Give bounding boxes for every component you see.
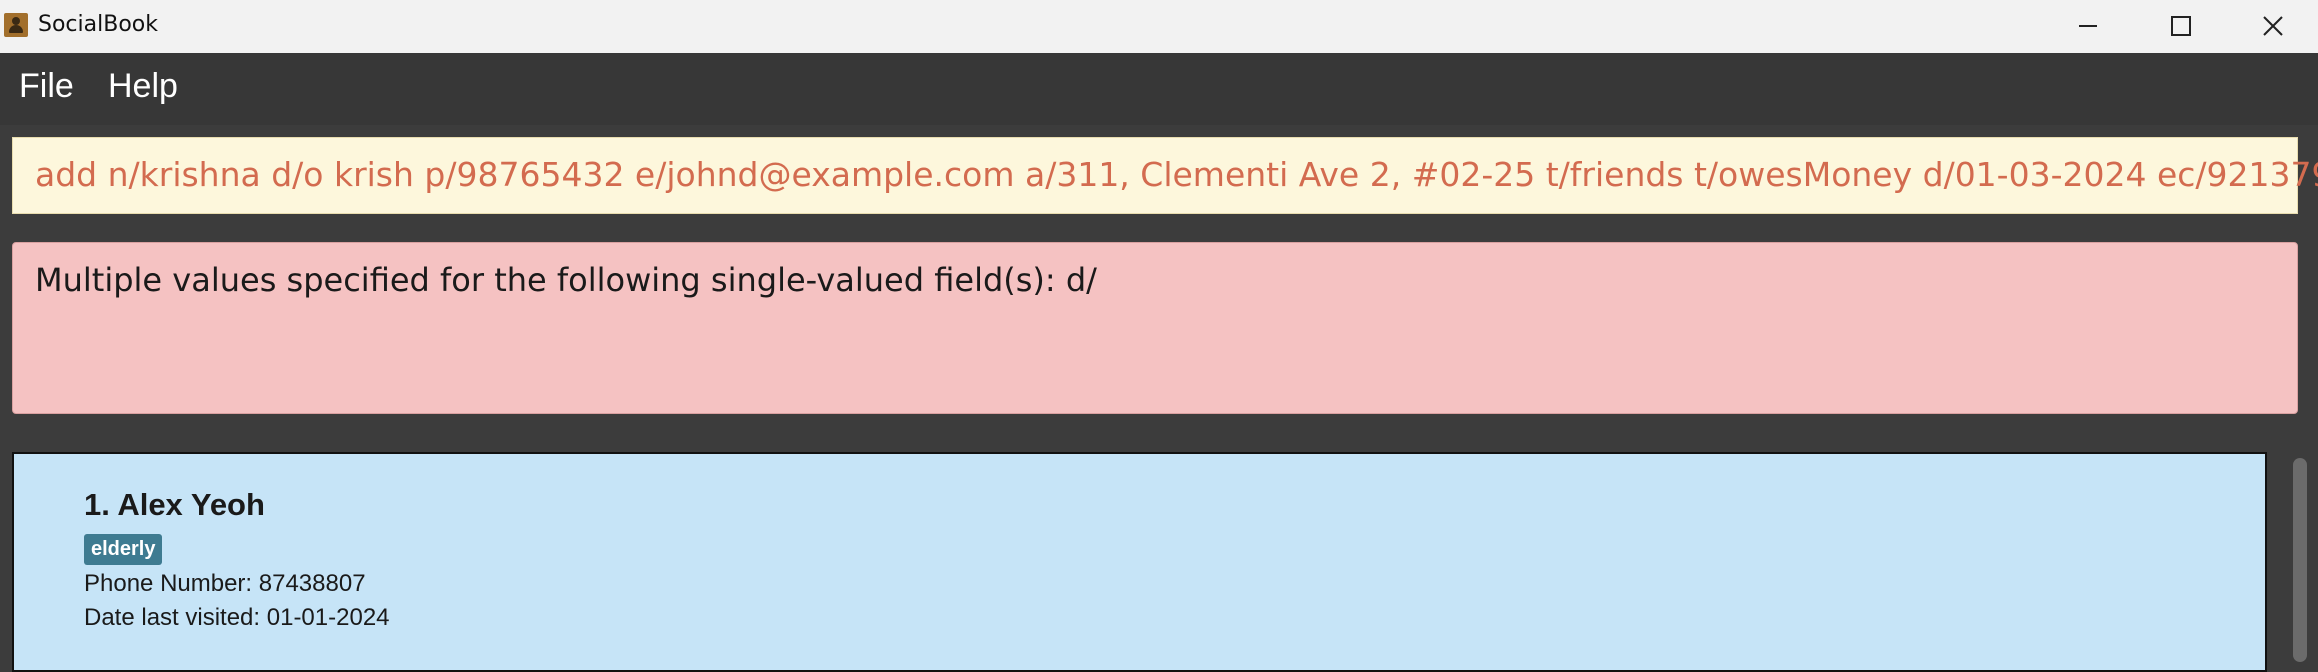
- contact-book-icon: [4, 13, 28, 37]
- command-text: add n/krishna d/o krish p/98765432 e/joh…: [35, 155, 2318, 194]
- maximize-icon: [2171, 16, 2191, 36]
- result-display: Multiple values specified for the follow…: [12, 242, 2298, 414]
- minimize-button[interactable]: [2044, 0, 2134, 53]
- command-input[interactable]: add n/krishna d/o krish p/98765432 e/joh…: [12, 137, 2318, 214]
- menu-bar: File Help: [0, 53, 2318, 125]
- close-button[interactable]: [2228, 0, 2318, 53]
- close-icon: [2263, 16, 2283, 36]
- phone-number: Phone Number: 87438807: [84, 570, 366, 597]
- person-card[interactable]: 1. Alex Yeoh elderly Phone Number: 87438…: [12, 452, 2267, 672]
- minimize-icon: [2079, 25, 2097, 27]
- title-bar: SocialBook: [0, 0, 2318, 53]
- list-scrollbar-thumb[interactable]: [2293, 458, 2307, 662]
- date-last-visited: Date last visited: 01-01-2024: [84, 604, 390, 631]
- window-title: SocialBook: [38, 12, 158, 37]
- menu-file[interactable]: File: [19, 67, 74, 106]
- error-message: Multiple values specified for the follow…: [35, 261, 1097, 299]
- person-name: 1. Alex Yeoh: [84, 487, 265, 522]
- maximize-button[interactable]: [2136, 0, 2226, 53]
- tag-badge: elderly: [84, 534, 163, 565]
- menu-help[interactable]: Help: [108, 67, 178, 106]
